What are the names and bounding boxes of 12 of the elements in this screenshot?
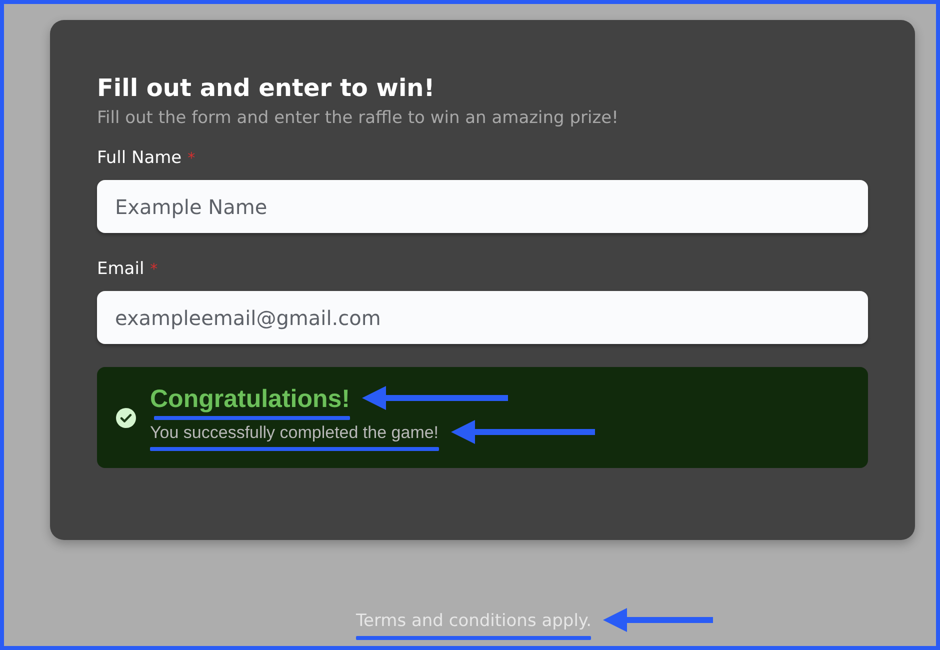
required-mark: * [150, 260, 158, 278]
field-label: Email [97, 258, 144, 281]
form-subtitle: Fill out the form and enter the raffle to win an amazing prize! [97, 107, 620, 130]
field-label: Full Name [97, 147, 182, 170]
form-title: Fill out and enter to win! [97, 73, 436, 104]
required-mark: * [188, 149, 196, 167]
check-circle-icon [116, 408, 136, 428]
input-field[interactable]: Example Name [97, 180, 868, 233]
alert-message: You successfully completed the game! [150, 422, 439, 444]
input-field[interactable]: exampleemail@gmail.com [97, 291, 868, 344]
terms-text: Terms and conditions apply. [356, 610, 592, 632]
alert-title: Congratulations! [150, 384, 350, 414]
